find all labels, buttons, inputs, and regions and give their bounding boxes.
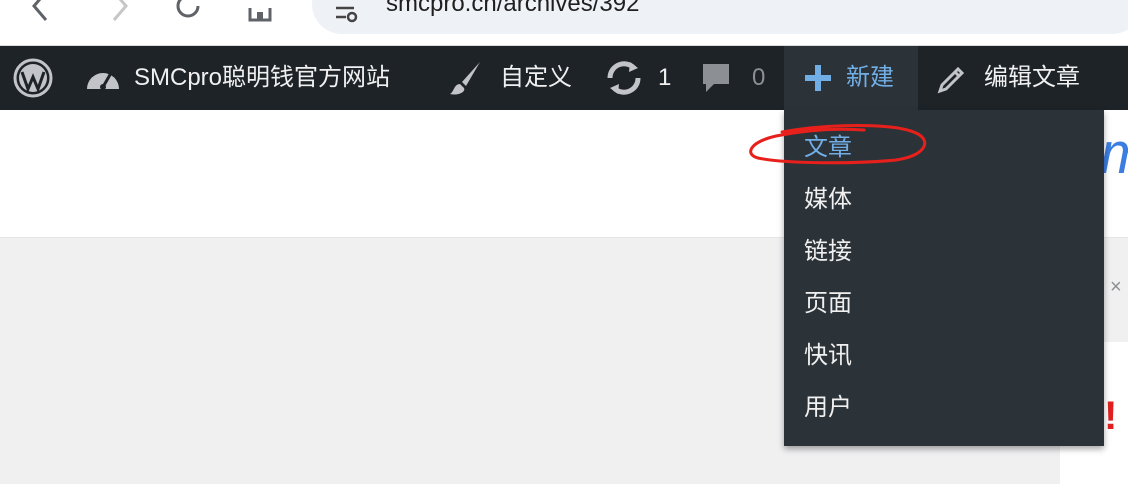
site-name-label: SMCpro聪明钱官方网站 bbox=[134, 64, 391, 91]
back-icon bbox=[32, 0, 48, 21]
comment-icon bbox=[703, 64, 729, 92]
forward-icon bbox=[112, 0, 128, 21]
wp-logo-button[interactable] bbox=[0, 46, 66, 110]
alert-mark: ! bbox=[1104, 394, 1118, 438]
customize-button[interactable]: 自定义 bbox=[446, 46, 572, 110]
updates-button[interactable]: 1 bbox=[604, 46, 671, 110]
dashboard-icon bbox=[87, 72, 119, 90]
forward-button[interactable] bbox=[100, 0, 140, 26]
brush-icon bbox=[450, 62, 480, 95]
site-name-menu[interactable]: SMCpro聪明钱官方网站 bbox=[84, 46, 390, 110]
reload-icon bbox=[176, 0, 200, 18]
new-flash-item[interactable]: 快讯 bbox=[784, 330, 1104, 382]
new-content-label: 新建 bbox=[846, 64, 894, 91]
wp-admin-bar: SMCpro聪明钱官方网站 自定义 1 0 新建 编辑文章 bbox=[0, 46, 1128, 110]
wordpress-icon bbox=[13, 58, 53, 98]
comments-count: 0 bbox=[752, 64, 766, 91]
address-bar[interactable]: smcpro.cn/archives/392 bbox=[312, 0, 1128, 34]
new-post-item[interactable]: 文章 bbox=[784, 122, 1104, 174]
site-logo-fragment: m bbox=[1100, 120, 1128, 187]
new-user-item[interactable]: 用户 bbox=[784, 382, 1104, 434]
edit-post-button[interactable]: 编辑文章 bbox=[936, 46, 1080, 110]
comments-button[interactable]: 0 bbox=[700, 46, 765, 110]
close-icon[interactable]: × bbox=[1110, 276, 1122, 299]
url-text: smcpro.cn/archives/392 bbox=[386, 0, 640, 17]
reload-button[interactable] bbox=[168, 0, 208, 26]
new-content-dropdown: 文章 媒体 链接 页面 快讯 用户 bbox=[784, 110, 1104, 446]
browser-toolbar: smcpro.cn/archives/392 bbox=[0, 0, 1128, 46]
home-icon bbox=[248, 8, 272, 22]
home-button[interactable] bbox=[240, 0, 280, 26]
customize-label: 自定义 bbox=[500, 64, 572, 91]
new-link-item[interactable]: 链接 bbox=[784, 226, 1104, 278]
updates-icon bbox=[607, 61, 641, 95]
pencil-icon bbox=[937, 66, 965, 94]
back-button[interactable] bbox=[20, 0, 60, 26]
new-content-menu[interactable]: 新建 bbox=[784, 46, 918, 110]
site-info-icon[interactable] bbox=[334, 4, 360, 24]
updates-count: 1 bbox=[658, 64, 672, 91]
edit-post-label: 编辑文章 bbox=[984, 64, 1080, 91]
new-media-item[interactable]: 媒体 bbox=[784, 174, 1104, 226]
plus-icon bbox=[805, 65, 831, 91]
new-page-item[interactable]: 页面 bbox=[784, 278, 1104, 330]
